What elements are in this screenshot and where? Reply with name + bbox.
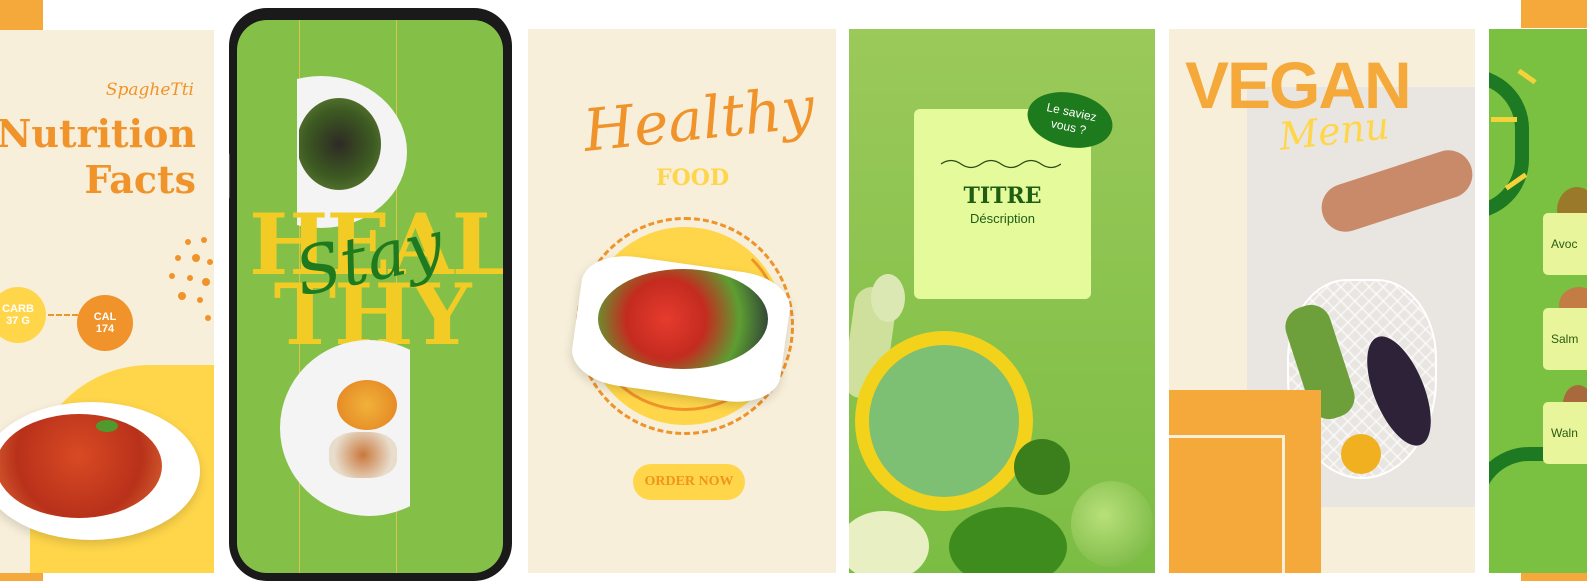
carrot-image — [337, 380, 397, 430]
green-soup — [869, 345, 1019, 497]
card-subtitle: SpagheTti — [105, 80, 194, 100]
corner-accent-top-right — [1521, 0, 1587, 28]
template-card-nutrition-facts[interactable]: SpagheTti Nutrition Facts CARB 37 G CAL … — [0, 30, 214, 573]
connector-line — [48, 314, 78, 316]
corner-accent-top-left — [0, 0, 43, 30]
salad-image-top — [299, 98, 381, 190]
card-title-line1: Nutrition — [0, 111, 196, 156]
template-gallery: SpagheTti Nutrition Facts CARB 37 G CAL … — [0, 0, 1587, 581]
template-card-vegan-menu[interactable]: VEGAN Menu — [1169, 29, 1475, 573]
wave-line-icon — [940, 159, 1061, 169]
ingredient-label: Salm — [1551, 332, 1579, 346]
cal-value: 174 — [95, 323, 115, 335]
sun-ray-1 — [1517, 68, 1537, 85]
order-now-button[interactable]: ORDER NOW — [633, 464, 745, 500]
cal-label: CAL — [93, 311, 117, 323]
note-description: Déscription — [969, 211, 1036, 226]
greek-salad-image — [598, 269, 768, 369]
phone-screen: HEAL THY Stay — [237, 20, 503, 573]
carb-value: 37 G — [6, 315, 30, 327]
template-card-healthy-food[interactable]: Healthy FOOD ORDER NOW — [528, 29, 836, 573]
template-card-le-saviez-vous[interactable]: TITRE Déscription Le saviez vous ? — [849, 29, 1155, 573]
carb-label: CARB — [2, 303, 34, 315]
ingredient-label: Avoc — [1551, 237, 1578, 251]
dots-decoration-icon — [169, 237, 213, 321]
template-card-stay-healthy-phone[interactable]: HEAL THY Stay — [229, 8, 512, 581]
green-swirl-top — [1489, 69, 1529, 219]
card-title-line2: Facts — [84, 157, 196, 202]
zucchini-slice — [871, 274, 905, 322]
ingredient-item-avocado: Avoc — [1543, 213, 1587, 275]
script-word-healthy: Healthy — [580, 73, 818, 165]
template-card-ingredients-list[interactable]: Avoc Salm Waln — [1489, 29, 1587, 573]
cal-bubble: CAL 174 — [77, 295, 133, 351]
apple-image — [1071, 481, 1153, 567]
basil-leaf — [96, 420, 118, 432]
phone-side-button — [229, 153, 230, 199]
fish-image — [329, 432, 397, 478]
ingredient-item-walnut: Waln — [1543, 402, 1587, 464]
broccoli-small — [1014, 439, 1070, 495]
sun-ray-2 — [1491, 117, 1517, 122]
orange-block-front — [1169, 435, 1285, 573]
ingredient-item-salmon: Salm — [1543, 308, 1587, 370]
food-label: FOOD — [656, 165, 730, 191]
lemon-image — [1341, 434, 1381, 474]
carb-bubble: CARB 37 G — [0, 287, 46, 343]
ingredient-label: Waln — [1551, 426, 1578, 440]
green-swirl-bottom — [1489, 447, 1579, 573]
spaghetti-image — [0, 414, 162, 518]
note-title: TITRE — [963, 183, 1042, 209]
